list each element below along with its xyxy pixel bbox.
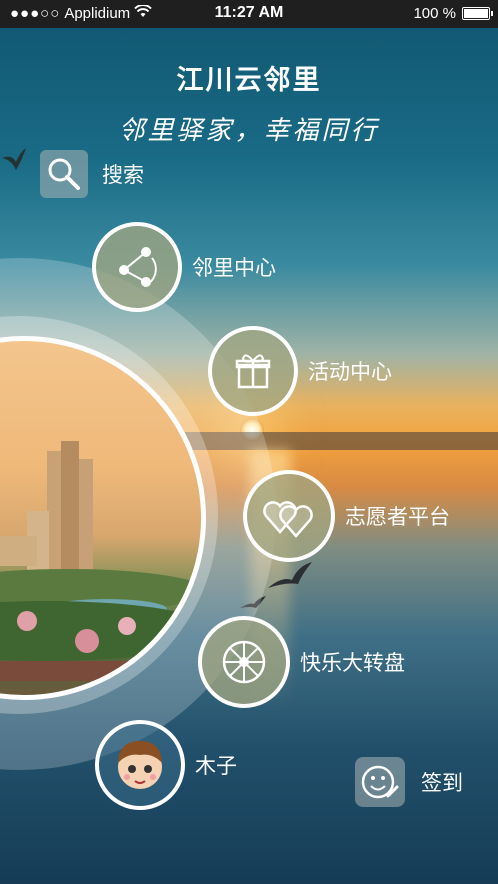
menu-label: 快乐大转盘 [300, 651, 405, 675]
search-icon[interactable] [40, 150, 88, 198]
search-button[interactable]: 搜索 [40, 150, 144, 198]
signin-button[interactable]: 签到 [355, 757, 463, 807]
menu-neighborhood-center[interactable]: 邻里中心 [92, 222, 276, 312]
signin-label: 签到 [421, 771, 463, 795]
bird-icon [2, 148, 26, 170]
menu-label: 活动中心 [308, 360, 392, 384]
menu-volunteer-platform[interactable]: 志愿者平台 [243, 470, 450, 562]
wheel-icon[interactable] [198, 616, 290, 708]
user-name: 木子 [195, 754, 237, 778]
smiley-pen-icon[interactable] [355, 757, 405, 807]
hearts-icon[interactable] [243, 470, 335, 562]
menu-label: 邻里中心 [192, 256, 276, 280]
battery-info: 100 % [413, 5, 493, 22]
battery-icon [462, 7, 493, 20]
status-bar: ●●●○○ Applidium 11:27 AM 100 % [0, 0, 498, 28]
menu-activity-center[interactable]: 活动中心 [208, 326, 392, 416]
home-screen: ●●●○○ Applidium 11:27 AM 100 % 江川云邻里 邻里驿… [0, 0, 498, 884]
avatar[interactable] [95, 720, 185, 810]
share-nodes-icon[interactable] [92, 222, 182, 312]
menu-label: 志愿者平台 [345, 505, 450, 529]
search-label: 搜索 [102, 163, 144, 187]
gift-icon[interactable] [208, 326, 298, 416]
bird-icon [268, 562, 312, 588]
app-slogan: 邻里驿家，幸福同行 [118, 116, 380, 146]
app-title: 江川云邻里 [176, 65, 322, 96]
user-profile[interactable]: 木子 [95, 720, 237, 810]
battery-percent: 100 % [413, 5, 456, 22]
menu-lucky-wheel[interactable]: 快乐大转盘 [198, 616, 405, 708]
